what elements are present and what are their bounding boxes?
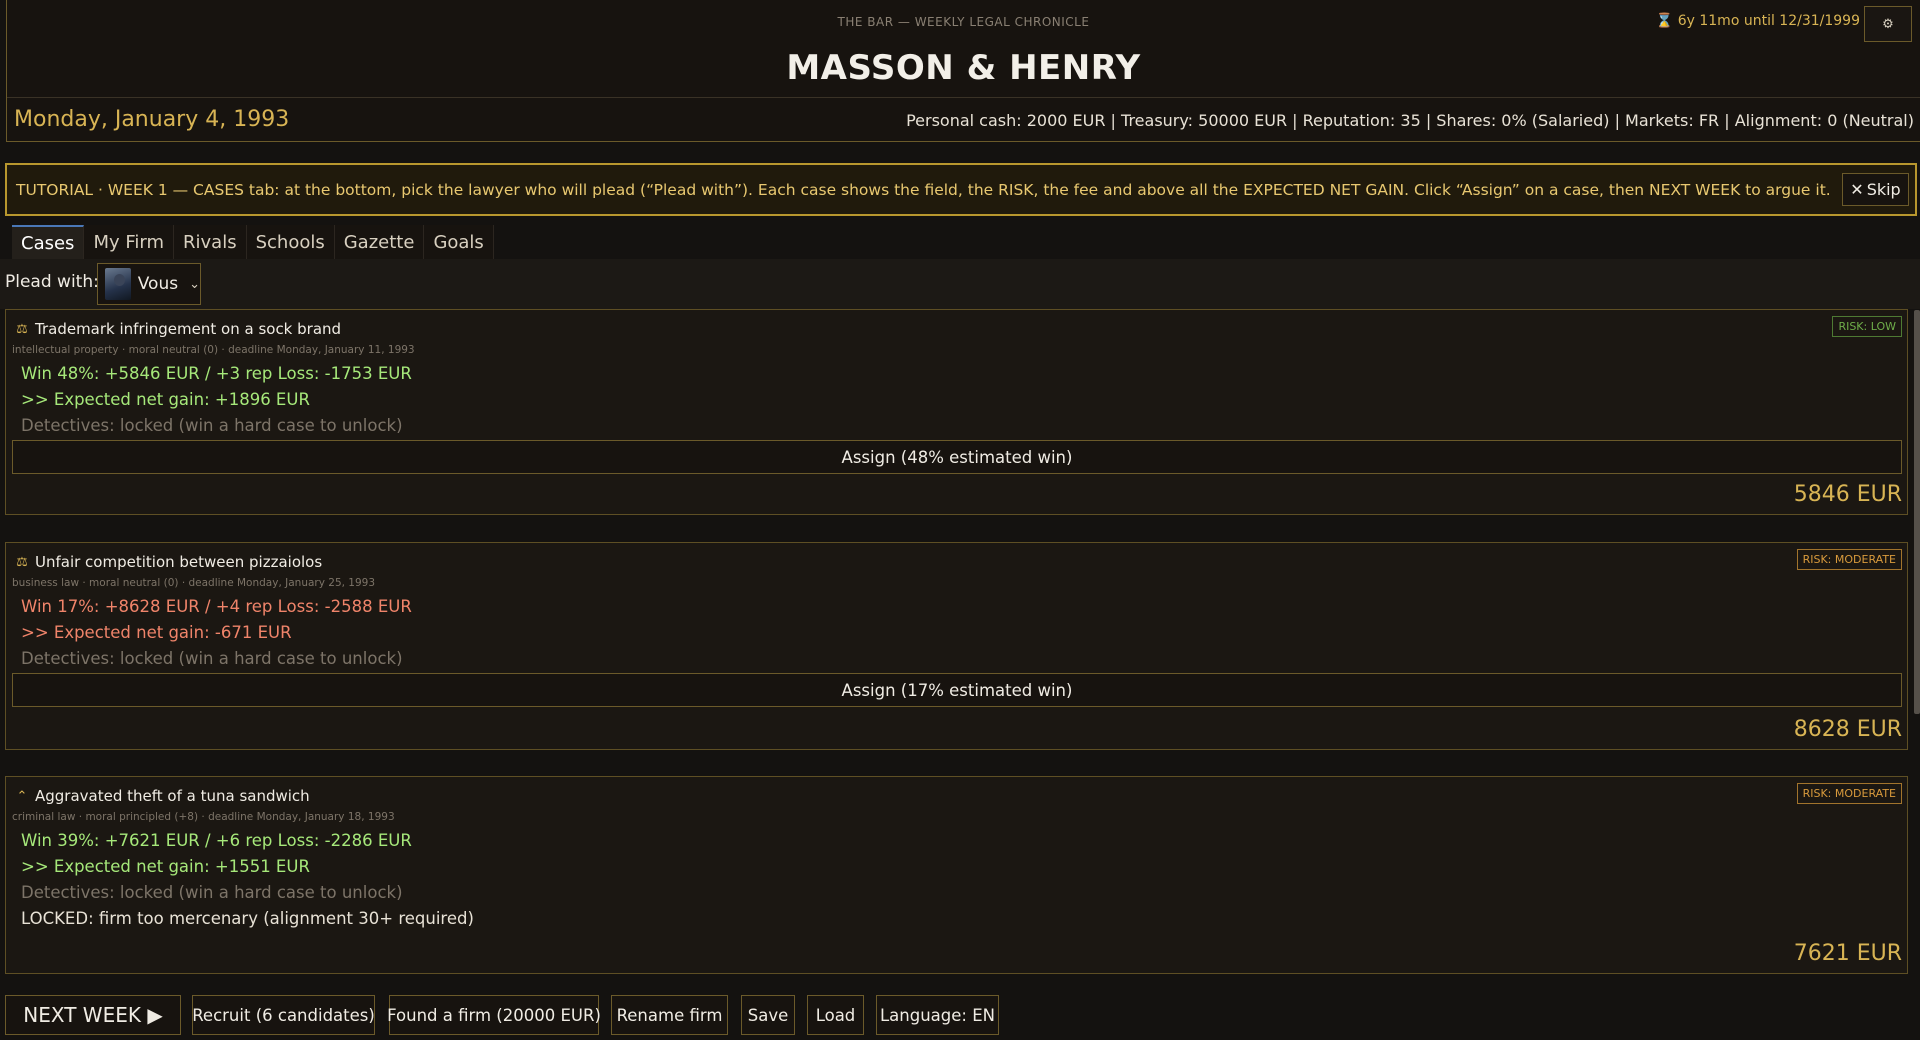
case-fee: 7621 EUR: [1793, 941, 1902, 966]
rename-firm-button[interactable]: Rename firm: [611, 995, 728, 1035]
case-meta: intellectual property · moral neutral (0…: [12, 344, 415, 356]
chevron-down-icon: ⌄: [189, 276, 200, 292]
case-title: ⚖ Trademark infringement on a sock brand: [15, 320, 341, 338]
risk-badge: RISK: MODERATE: [1796, 783, 1902, 804]
gear-icon: ⚙: [1882, 16, 1894, 32]
case-meta: criminal law · moral principled (+8) · d…: [12, 811, 395, 823]
tutorial-text: TUTORIAL · WEEK 1 — CASES tab: at the bo…: [16, 181, 1831, 199]
lawyer-select[interactable]: Vous ⌄: [97, 263, 201, 305]
case-title-text: Unfair competition between pizzaiolos: [35, 553, 323, 571]
case-card: ⚖ Trademark infringement on a sock brand…: [5, 309, 1908, 515]
chronicle-header: THE BAR — WEEKLY LEGAL CHRONICLE ⌛ 6y 11…: [6, 0, 1920, 142]
expected-gain: >> Expected net gain: +1551 EUR: [21, 857, 310, 876]
assign-button[interactable]: Assign (48% estimated win): [12, 440, 1902, 474]
lawyer-select-value: Vous: [137, 274, 179, 294]
detectives-status: Detectives: locked (win a hard case to u…: [21, 649, 403, 668]
recruit-button[interactable]: Recruit (6 candidates): [192, 995, 375, 1035]
detectives-status: Detectives: locked (win a hard case to u…: [21, 883, 403, 902]
risk-badge: RISK: LOW: [1832, 316, 1902, 337]
tab-gazette[interactable]: Gazette: [334, 225, 425, 259]
plead-with-label: Plead with:: [5, 272, 99, 292]
scales-icon: ⚖: [16, 321, 28, 337]
case-title: ⌃ Aggravated theft of a tuna sandwich: [15, 787, 310, 805]
plead-with-bar: Plead with: Vous ⌄: [0, 259, 1920, 309]
tab-goals[interactable]: Goals: [424, 225, 494, 259]
bottom-toolbar: NEXT WEEK ▶ Recruit (6 candidates) Found…: [0, 985, 1920, 1040]
case-card: ⚖ Unfair competition between pizzaiolos …: [5, 542, 1908, 750]
case-odds: Win 39%: +7621 EUR / +6 rep Loss: -2286 …: [21, 831, 412, 850]
language-button[interactable]: Language: EN: [876, 995, 999, 1035]
case-title: ⚖ Unfair competition between pizzaiolos: [15, 553, 322, 571]
countdown-timer: ⌛ 6y 11mo until 12/31/1999: [1655, 13, 1860, 29]
case-card: ⌃ Aggravated theft of a tuna sandwich cr…: [5, 776, 1908, 974]
firm-name: MASSON & HENRY: [786, 48, 1141, 88]
avatar: [105, 268, 131, 300]
skip-tutorial-button[interactable]: ✕ Skip: [1842, 173, 1909, 206]
case-title-text: Trademark infringement on a sock brand: [35, 320, 342, 338]
detectives-status: Detectives: locked (win a hard case to u…: [21, 416, 403, 435]
found-firm-button[interactable]: Found a firm (20000 EUR): [387, 995, 601, 1035]
current-date: Monday, January 4, 1993: [14, 107, 290, 132]
tab-my-firm[interactable]: My Firm: [84, 225, 175, 259]
save-button[interactable]: Save: [741, 995, 795, 1035]
header-kicker: THE BAR — WEEKLY LEGAL CHRONICLE: [837, 15, 1090, 29]
case-list-scrollbar[interactable]: [1914, 310, 1920, 714]
expected-gain: >> Expected net gain: -671 EUR: [21, 623, 292, 642]
load-button[interactable]: Load: [807, 995, 864, 1035]
case-odds: Win 17%: +8628 EUR / +4 rep Loss: -2588 …: [21, 597, 412, 616]
risk-badge: RISK: MODERATE: [1796, 549, 1902, 570]
case-fee: 8628 EUR: [1793, 717, 1902, 742]
case-list[interactable]: ⚖ Trademark infringement on a sock brand…: [0, 309, 1920, 985]
case-odds: Win 48%: +5846 EUR / +3 rep Loss: -1753 …: [21, 364, 412, 383]
close-icon: ✕: [1850, 180, 1864, 199]
locked-notice: LOCKED: firm too mercenary (alignment 30…: [21, 909, 474, 928]
case-title-text: Aggravated theft of a tuna sandwich: [35, 787, 310, 805]
assign-button[interactable]: Assign (17% estimated win): [12, 673, 1902, 707]
case-meta: business law · moral neutral (0) · deadl…: [12, 577, 376, 589]
tutorial-banner: TUTORIAL · WEEK 1 — CASES tab: at the bo…: [5, 163, 1917, 216]
firm-stats: Personal cash: 2000 EUR | Treasury: 5000…: [906, 111, 1914, 130]
header-divider: [7, 97, 1920, 98]
tab-schools[interactable]: Schools: [246, 225, 335, 259]
case-fee: 5846 EUR: [1793, 482, 1902, 507]
main-tabs: Cases My Firm Rivals Schools Gazette Goa…: [12, 225, 494, 259]
expected-gain: >> Expected net gain: +1896 EUR: [21, 390, 310, 409]
tab-cases[interactable]: Cases: [12, 225, 85, 259]
settings-button[interactable]: ⚙: [1864, 6, 1912, 42]
next-week-button[interactable]: NEXT WEEK ▶: [5, 995, 181, 1035]
skip-label: Skip: [1866, 180, 1901, 199]
chevron-up-icon: ⌃: [16, 788, 28, 804]
scales-icon: ⚖: [16, 554, 28, 570]
tab-rivals[interactable]: Rivals: [174, 225, 247, 259]
